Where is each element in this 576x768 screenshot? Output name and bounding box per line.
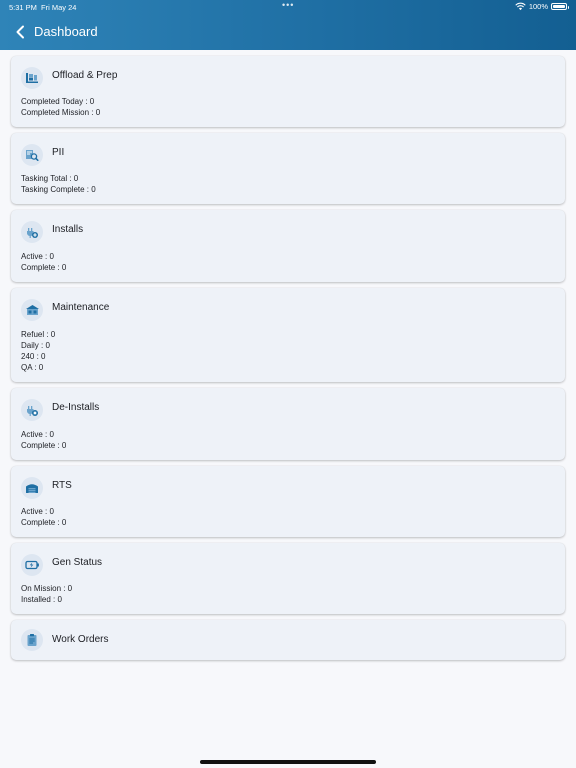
card-title: PII [52,147,65,158]
status-bar: 5:31 PM Fri May 24 ••• 100% [0,0,576,14]
battery-icon [551,3,569,10]
card-stats: Active : 0 Complete : 0 [21,506,66,528]
de-install-icon [21,399,43,421]
clipboard-icon [21,629,43,651]
card-installs[interactable]: Installs Active : 0 Complete : 0 [11,210,565,282]
card-title: Offload & Prep [52,70,118,81]
stat-active: Active : 0 [21,430,54,439]
card-stats: Refuel : 0 Daily : 0 240 : 0 QA : 0 [21,329,55,373]
card-title: RTS [52,480,72,491]
card-stats: Tasking Total : 0 Tasking Complete : 0 [21,173,96,195]
card-offload-prep[interactable]: Offload & Prep Completed Today : 0 Compl… [11,56,565,127]
stat-complete: Complete : 0 [21,441,67,450]
stat-tasking-total: Tasking Total : 0 [21,174,79,183]
nav-header: 5:31 PM Fri May 24 ••• 100% Dashboard [0,0,576,50]
card-de-installs[interactable]: De-Installs Active : 0 Complete : 0 [11,388,565,460]
stat-complete: Complete : 0 [21,518,67,527]
status-right: 100% [515,2,569,11]
stat-on-mission: On Mission : 0 [21,584,73,593]
stat-tasking-complete: Tasking Complete : 0 [21,185,96,194]
back-button[interactable] [10,22,30,42]
stat-refuel: Refuel : 0 [21,330,56,339]
card-title: Gen Status [52,557,103,568]
battery-percent: 100% [528,2,548,11]
card-work-orders[interactable]: Work Orders [11,620,565,660]
offload-icon [21,67,43,89]
battery-charge-icon [21,554,43,576]
card-maintenance[interactable]: Maintenance Refuel : 0 Daily : 0 240 : 0… [11,288,565,382]
card-stats: Completed Today : 0 Completed Mission : … [21,96,100,118]
card-gen-status[interactable]: Gen Status On Mission : 0 Installed : 0 [11,543,565,614]
install-icon [21,221,43,243]
card-stats: Active : 0 Complete : 0 [21,429,66,451]
stat-complete: Complete : 0 [21,263,67,272]
multitasking-dots[interactable]: ••• [282,0,294,10]
card-title: Maintenance [52,302,110,313]
stat-installed: Installed : 0 [21,595,62,604]
status-time: 5:31 PM [9,3,37,12]
pii-icon [21,144,43,166]
card-title: Installs [52,224,84,235]
card-title: De-Installs [52,402,100,413]
wifi-icon [515,2,526,11]
maintenance-icon [21,299,43,321]
stat-completed-today: Completed Today : 0 [21,97,95,106]
stat-240: 240 : 0 [21,352,46,361]
stat-active: Active : 0 [21,507,54,516]
card-pii[interactable]: PII Tasking Total : 0 Tasking Complete :… [11,133,565,204]
stat-completed-mission: Completed Mission : 0 [21,108,101,117]
card-stats: Active : 0 Complete : 0 [21,251,66,273]
hangar-icon [21,477,43,499]
page-title: Dashboard [34,24,98,39]
status-date: Fri May 24 [41,3,77,12]
chevron-left-icon [16,25,24,39]
card-rts[interactable]: RTS Active : 0 Complete : 0 [11,466,565,537]
home-indicator[interactable] [200,760,376,764]
stat-qa: QA : 0 [21,363,44,372]
stat-daily: Daily : 0 [21,341,50,350]
stat-active: Active : 0 [21,252,54,261]
card-title: Work Orders [52,634,109,645]
card-stats: On Mission : 0 Installed : 0 [21,583,72,605]
